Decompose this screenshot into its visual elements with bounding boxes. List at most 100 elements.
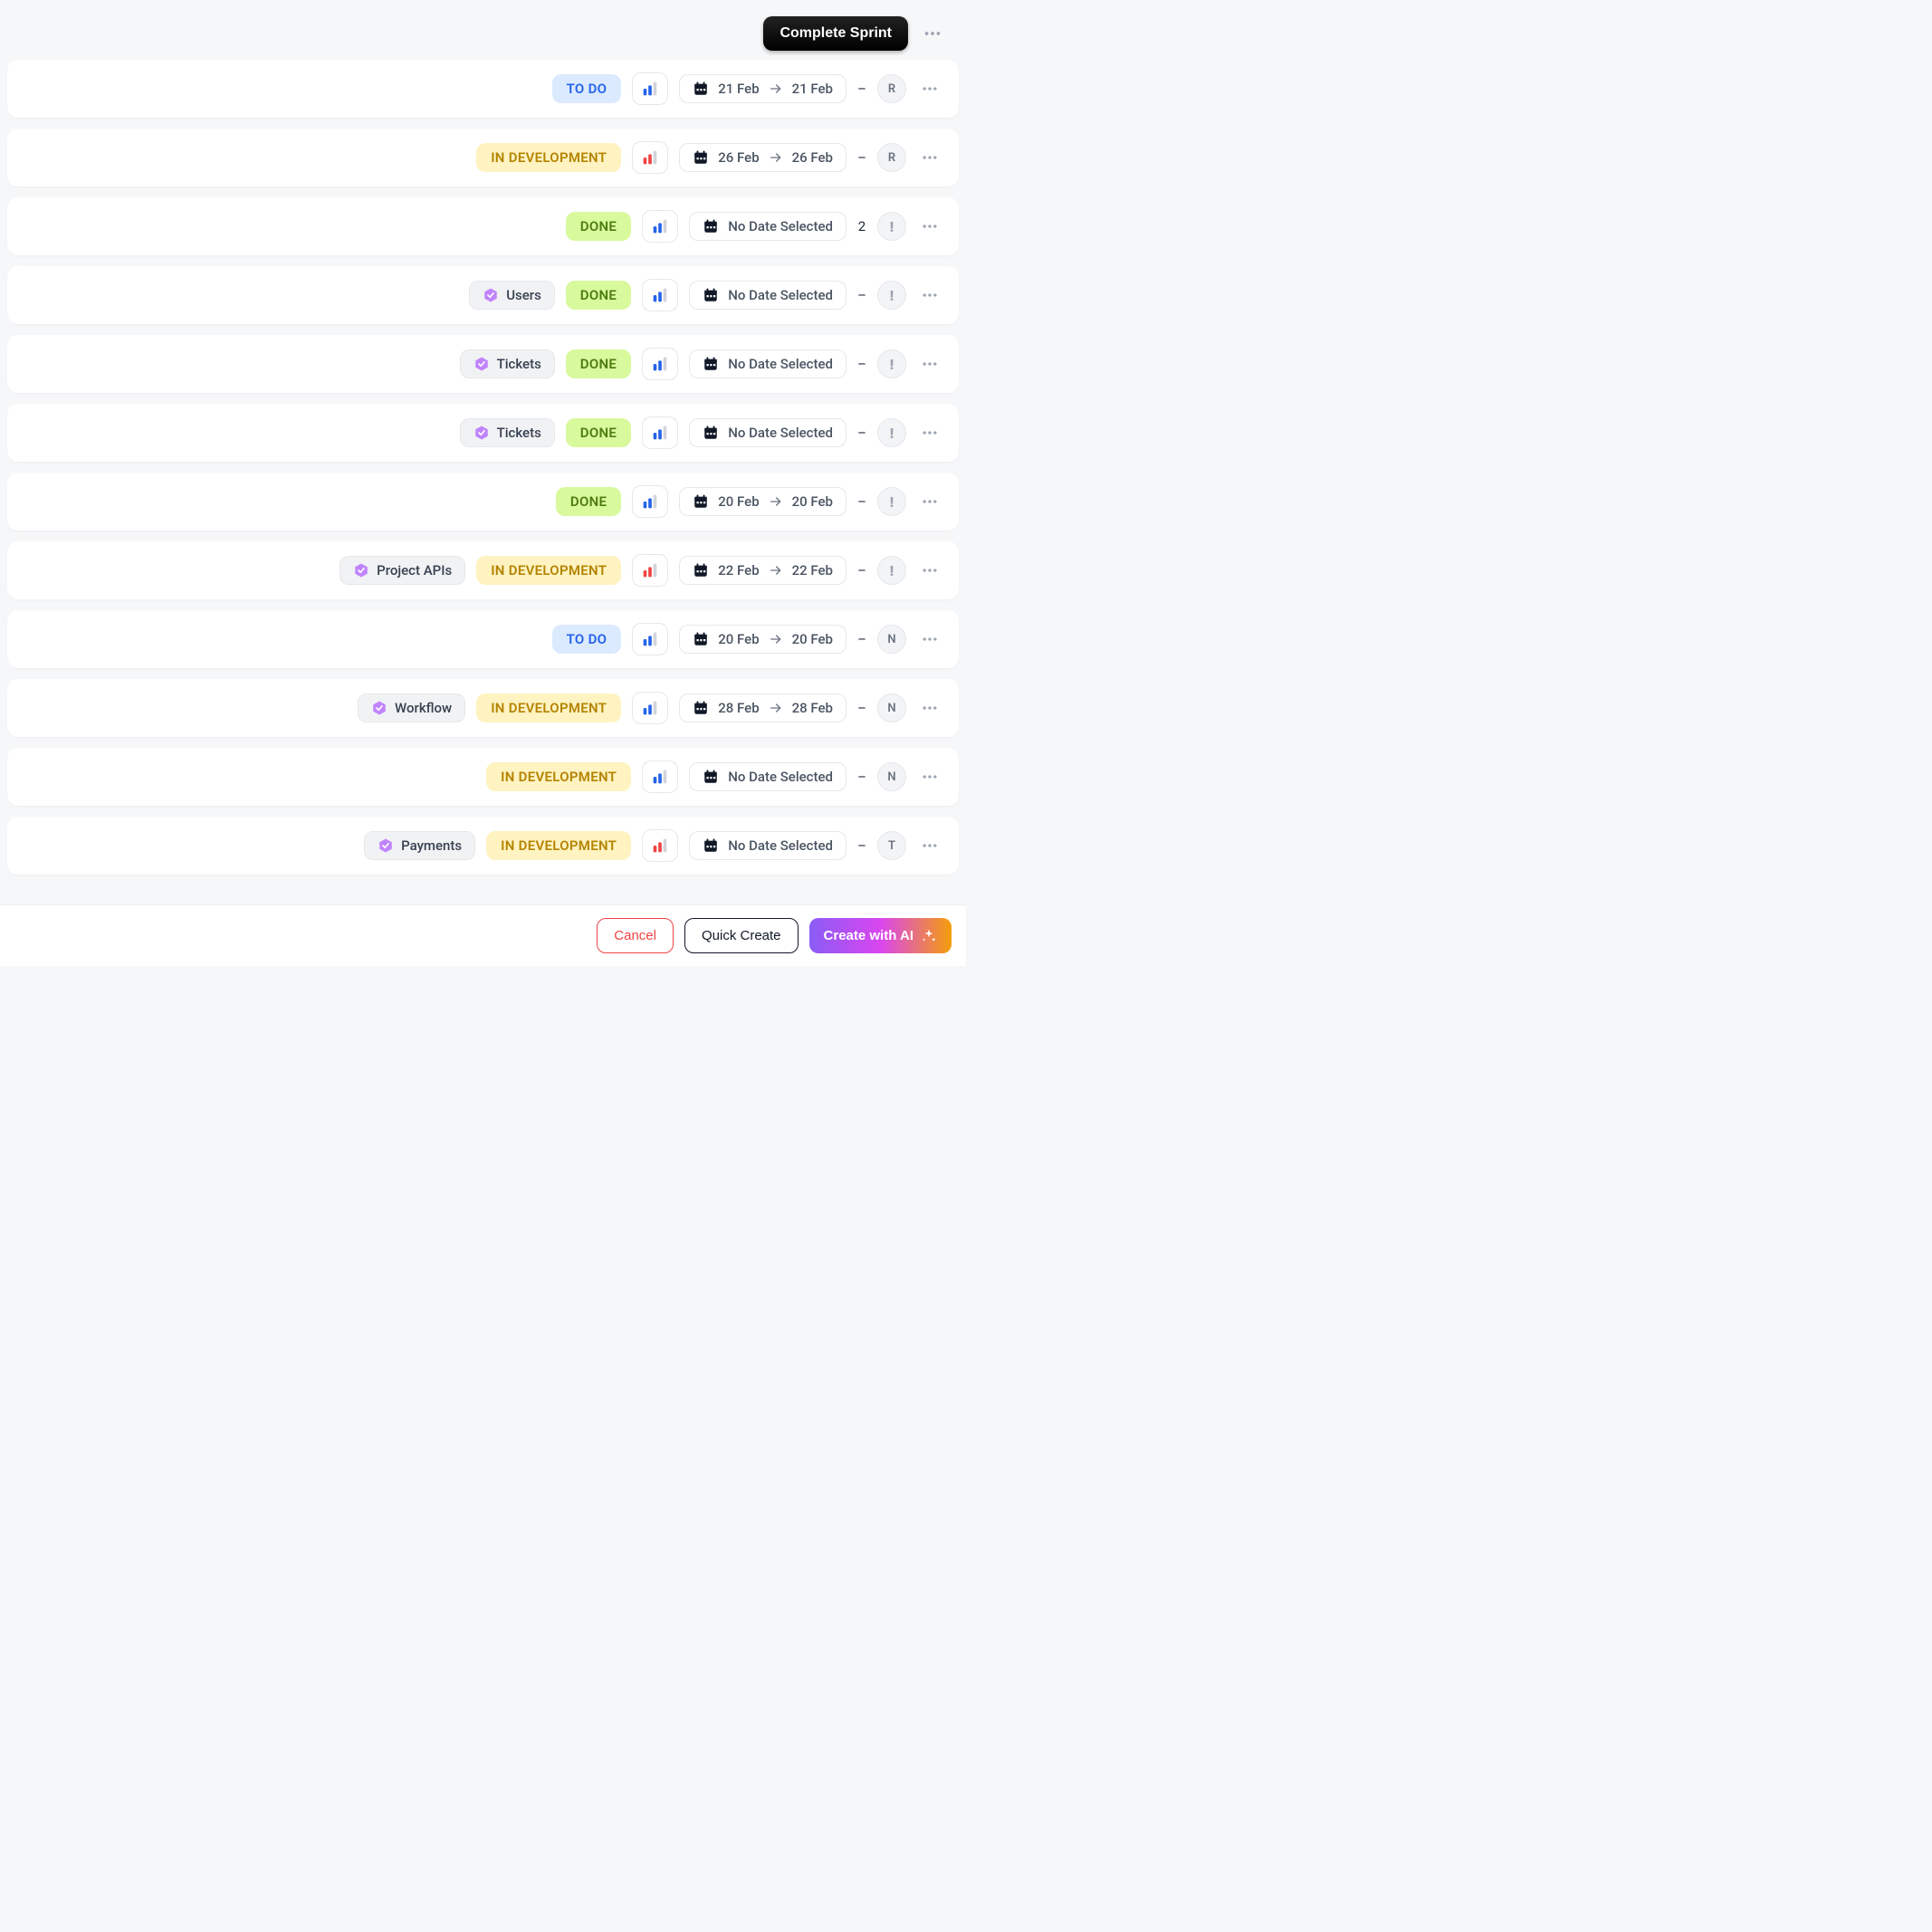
header-more-button[interactable]	[917, 18, 948, 49]
arrow-right-icon	[769, 81, 783, 96]
epic-tag[interactable]: Tickets	[460, 349, 555, 378]
priority-button[interactable]	[632, 623, 668, 655]
calendar-icon	[693, 493, 709, 510]
assignee-unassigned[interactable]: !	[877, 281, 906, 310]
row-more-button[interactable]	[917, 351, 942, 377]
date-range[interactable]: No Date Selected	[689, 212, 846, 241]
assignee-avatar[interactable]: R	[877, 143, 906, 172]
row-more-button[interactable]	[917, 76, 942, 101]
row-more-button[interactable]	[917, 764, 942, 789]
priority-button[interactable]	[632, 692, 668, 724]
date-to: 28 Feb	[792, 700, 833, 716]
assignee-unassigned[interactable]: !	[877, 418, 906, 447]
epic-tag[interactable]: Workflow	[358, 693, 465, 722]
date-range[interactable]: 21 Feb21 Feb	[679, 74, 846, 103]
status-badge[interactable]: DONE	[566, 212, 631, 241]
row-more-button[interactable]	[917, 558, 942, 583]
cancel-button[interactable]: Cancel	[597, 918, 674, 953]
task-row: TicketsDONENo Date Selected–!	[7, 404, 959, 462]
task-row: TO DO 21 Feb21 Feb–R	[7, 60, 959, 118]
row-more-button[interactable]	[917, 145, 942, 170]
date-range[interactable]: 20 Feb20 Feb	[679, 625, 846, 654]
create-with-ai-button[interactable]: Create with AI	[809, 918, 952, 953]
epic-tag[interactable]: Project APIs	[340, 556, 465, 585]
row-more-button[interactable]	[917, 420, 942, 445]
more-horizontal-icon	[921, 837, 939, 855]
date-range[interactable]: 26 Feb26 Feb	[679, 143, 846, 172]
priority-bars-icon	[640, 560, 660, 580]
row-more-button[interactable]	[917, 833, 942, 858]
row-more-button[interactable]	[917, 695, 942, 721]
assignee-avatar[interactable]: T	[877, 831, 906, 860]
priority-button[interactable]	[632, 554, 668, 587]
priority-button[interactable]	[642, 348, 678, 380]
assignee-avatar[interactable]: N	[877, 762, 906, 791]
status-badge[interactable]: IN DEVELOPMENT	[476, 693, 621, 722]
row-more-button[interactable]	[917, 489, 942, 514]
status-badge[interactable]: IN DEVELOPMENT	[476, 143, 621, 172]
status-badge[interactable]: DONE	[566, 418, 631, 447]
priority-bars-icon	[640, 492, 660, 512]
priority-bars-icon	[650, 354, 670, 374]
date-label: No Date Selected	[728, 287, 833, 303]
date-from: 20 Feb	[718, 493, 759, 510]
subtask-count: –	[857, 769, 866, 785]
arrow-right-icon	[769, 563, 783, 578]
priority-button[interactable]	[642, 279, 678, 311]
subtask-count: –	[857, 356, 866, 372]
status-badge[interactable]: IN DEVELOPMENT	[486, 831, 631, 860]
assignee-unassigned[interactable]: !	[877, 556, 906, 585]
date-label: No Date Selected	[728, 218, 833, 234]
status-badge[interactable]: IN DEVELOPMENT	[486, 762, 631, 791]
epic-badge-icon	[473, 356, 490, 372]
more-horizontal-icon	[923, 24, 942, 43]
calendar-icon	[693, 631, 709, 647]
row-more-button[interactable]	[917, 282, 942, 308]
epic-badge-icon	[378, 837, 394, 854]
date-range[interactable]: No Date Selected	[689, 418, 846, 447]
complete-sprint-button[interactable]: Complete Sprint	[763, 16, 908, 51]
epic-tag[interactable]: Tickets	[460, 418, 555, 447]
priority-button[interactable]	[632, 485, 668, 518]
assignee-unassigned[interactable]: !	[877, 349, 906, 378]
date-range[interactable]: 28 Feb28 Feb	[679, 693, 846, 722]
status-badge[interactable]: TO DO	[552, 625, 622, 654]
priority-button[interactable]	[642, 210, 678, 243]
status-badge[interactable]: DONE	[566, 281, 631, 310]
quick-create-button[interactable]: Quick Create	[684, 918, 799, 953]
status-badge[interactable]: DONE	[566, 349, 631, 378]
row-more-button[interactable]	[917, 626, 942, 652]
date-range[interactable]: No Date Selected	[689, 831, 846, 860]
status-badge[interactable]: DONE	[556, 487, 621, 516]
subtask-count: –	[857, 287, 866, 303]
priority-button[interactable]	[632, 72, 668, 105]
date-range[interactable]: 22 Feb22 Feb	[679, 556, 846, 585]
assignee-avatar[interactable]: N	[877, 693, 906, 722]
date-to: 22 Feb	[792, 562, 833, 579]
priority-button[interactable]	[632, 141, 668, 174]
date-range[interactable]: No Date Selected	[689, 349, 846, 378]
assignee-unassigned[interactable]: !	[877, 212, 906, 241]
date-range[interactable]: 20 Feb20 Feb	[679, 487, 846, 516]
row-more-button[interactable]	[917, 214, 942, 239]
assignee-avatar[interactable]: N	[877, 625, 906, 654]
assignee-unassigned[interactable]: !	[877, 487, 906, 516]
priority-button[interactable]	[642, 829, 678, 862]
status-badge[interactable]: IN DEVELOPMENT	[476, 556, 621, 585]
subtask-count: –	[857, 81, 866, 97]
task-row: DONENo Date Selected2!	[7, 197, 959, 255]
task-row: Project APIsIN DEVELOPMENT22 Feb22 Feb–!	[7, 541, 959, 599]
date-range[interactable]: No Date Selected	[689, 281, 846, 310]
date-range[interactable]: No Date Selected	[689, 762, 846, 791]
more-horizontal-icon	[921, 286, 939, 304]
footer-bar: Cancel Quick Create Create with AI	[0, 904, 966, 966]
more-horizontal-icon	[921, 561, 939, 579]
priority-button[interactable]	[642, 416, 678, 449]
date-to: 21 Feb	[792, 81, 833, 97]
epic-tag[interactable]: Users	[469, 281, 555, 310]
task-row: Users DONE No Date Selected –!	[7, 266, 959, 324]
epic-tag[interactable]: Payments	[364, 831, 475, 860]
priority-button[interactable]	[642, 760, 678, 793]
status-badge[interactable]: TO DO	[552, 74, 622, 103]
assignee-avatar[interactable]: R	[877, 74, 906, 103]
